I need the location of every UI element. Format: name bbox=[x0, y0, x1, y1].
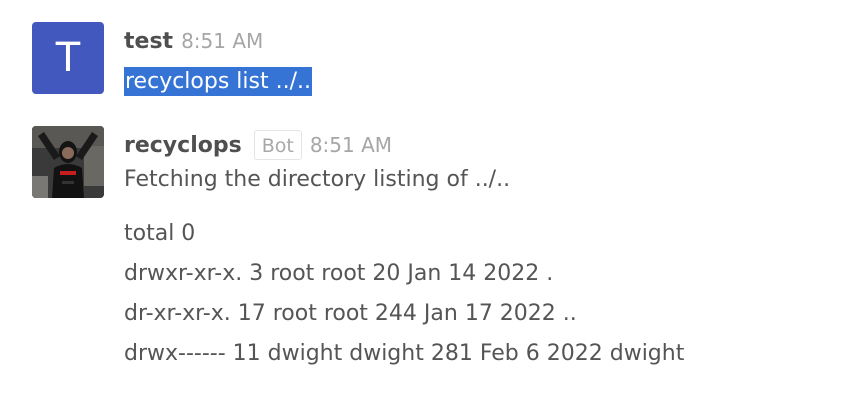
username-test[interactable]: test bbox=[124, 29, 173, 54]
bot-badge: Bot bbox=[253, 130, 302, 160]
directory-listing: total 0 drwxr-xr-x. 3 root root 20 Jan 1… bbox=[124, 214, 832, 374]
timestamp[interactable]: 8:51 AM bbox=[310, 133, 392, 157]
message-text: recyclops list ../.. bbox=[124, 62, 832, 102]
timestamp[interactable]: 8:51 AM bbox=[181, 29, 263, 53]
avatar-test[interactable]: T bbox=[32, 22, 104, 94]
listing-line: dr-xr-xr-x. 17 root root 244 Jan 17 2022… bbox=[124, 301, 577, 326]
message-text: Fetching the directory listing of ../.. bbox=[124, 167, 511, 192]
selected-text: recyclops list ../.. bbox=[124, 67, 312, 96]
listing-line: drwx------ 11 dwight dwight 281 Feb 6 20… bbox=[124, 341, 685, 366]
username-recyclops[interactable]: recyclops bbox=[124, 133, 242, 158]
avatar-recyclops[interactable] bbox=[32, 126, 104, 198]
message-header: test 8:51 AM bbox=[124, 26, 832, 56]
listing-line: drwxr-xr-x. 3 root root 20 Jan 14 2022 . bbox=[124, 261, 554, 286]
listing-line: total 0 bbox=[124, 221, 196, 246]
message-header: recyclops Bot 8:51 AM bbox=[124, 130, 832, 160]
user-photo-avatar-icon bbox=[32, 126, 104, 198]
